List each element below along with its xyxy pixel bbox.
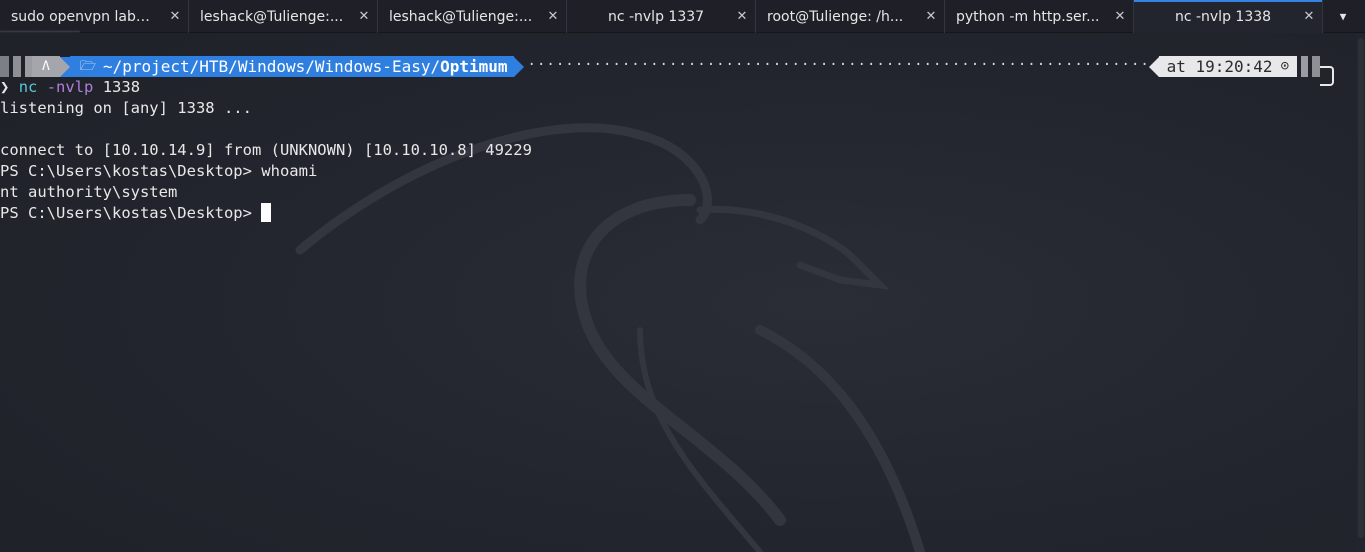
tab-label: leshack@Tulienge:... [389, 8, 533, 25]
scrollback-fragment: ▔▔▔▔▔▔▔▔▔▔▔ [0, 31, 80, 45]
text-cursor [261, 203, 272, 222]
prompt-left-stripes [0, 56, 32, 77]
powerline-prompt: Λ 🗁 ~/project/HTB/Windows/Windows-Easy/O… [0, 56, 1320, 77]
close-icon[interactable]: ✕ [351, 9, 377, 24]
time-label: at 19:20:42 [1166, 57, 1273, 76]
close-icon[interactable]: ✕ [729, 9, 755, 24]
command-flag: -nvlp [46, 78, 94, 96]
directory-segment: 🗁 ~/project/HTB/Windows/Windows-Easy/Opt… [69, 56, 514, 77]
tab-label: sudo openvpn lab_l... [11, 8, 161, 25]
tab-2[interactable]: leshack@Tulienge:... ✕ [189, 0, 378, 33]
tab-label: leshack@Tulienge:... [200, 8, 344, 25]
close-icon[interactable]: ✕ [918, 9, 944, 24]
active-prompt-text: PS C:\Users\kostas\Desktop> [0, 204, 262, 222]
tab-label: nc -nvlp 1338 [1174, 8, 1272, 25]
terminal-window: sudo openvpn lab_l... ✕ leshack@Tulienge:.… [0, 0, 1365, 552]
active-prompt-line[interactable]: PS C:\Users\kostas\Desktop> [0, 203, 272, 224]
tab-5[interactable]: root@Tulienge: /h... ✕ [756, 0, 945, 33]
segment-separator [59, 56, 70, 77]
segment-separator [513, 56, 524, 77]
tab-label: python -m http.ser... [956, 8, 1100, 25]
tab-bar: sudo openvpn lab_l... ✕ leshack@Tulienge:.… [0, 0, 1365, 33]
tab-label: root@Tulienge: /h... [767, 8, 904, 25]
directory-current: Optimum [440, 57, 508, 76]
prompt-chevron-icon: ❯ [0, 78, 10, 96]
close-icon[interactable]: ✕ [1296, 9, 1322, 24]
command-arg: 1338 [102, 78, 141, 96]
output-line: connect to [10.10.14.9] from (UNKNOWN) [… [0, 141, 532, 159]
directory-path: ~/project/HTB/Windows/Windows-Easy/ [102, 57, 441, 76]
close-icon[interactable]: ✕ [162, 9, 188, 24]
output-line: listening on [any] 1338 ... [0, 99, 252, 117]
tab-6[interactable]: python -m http.ser... ✕ [945, 0, 1134, 33]
folder-icon: 🗁 [79, 59, 96, 74]
terminal-output[interactable]: ▔▔▔▔▔▔▔▔▔▔▔ Λ 🗁 ~/project/HTB/Windows/Wi… [0, 31, 1356, 552]
prompt-right-stripes [1297, 56, 1320, 77]
tab-label: nc -nvlp 1337 [607, 8, 705, 25]
tab-7[interactable]: nc -nvlp 1338 ✕ [1134, 0, 1323, 33]
command-line: ❯ nc -nvlp 1338 [0, 77, 140, 98]
os-segment: Λ [32, 56, 60, 77]
close-icon[interactable]: ✕ [540, 9, 566, 24]
prompt-filler-dots: ········································… [527, 57, 1149, 73]
prompt-frame-corner [1320, 66, 1334, 86]
os-icon: Λ [42, 59, 50, 74]
clock-icon: ⊙ [1280, 58, 1289, 74]
time-segment: at 19:20:42 ⊙ [1158, 56, 1297, 77]
output-line: nt authority\system [0, 183, 178, 201]
tab-3[interactable]: leshack@Tulienge:... ✕ [378, 0, 567, 33]
close-icon[interactable]: ✕ [1107, 9, 1133, 24]
tab-4[interactable]: nc -nvlp 1337 ✕ [567, 0, 756, 33]
vertical-scrollbar[interactable] [1356, 34, 1365, 552]
command-name: nc [18, 78, 38, 96]
segment-separator [1148, 56, 1159, 77]
output-line: PS C:\Users\kostas\Desktop> whoami [0, 162, 318, 180]
chevron-down-icon: ▼ [1339, 10, 1347, 23]
scrollbar-thumb[interactable] [1358, 38, 1364, 538]
tab-list-menu-button[interactable]: ▼ [1323, 0, 1363, 33]
